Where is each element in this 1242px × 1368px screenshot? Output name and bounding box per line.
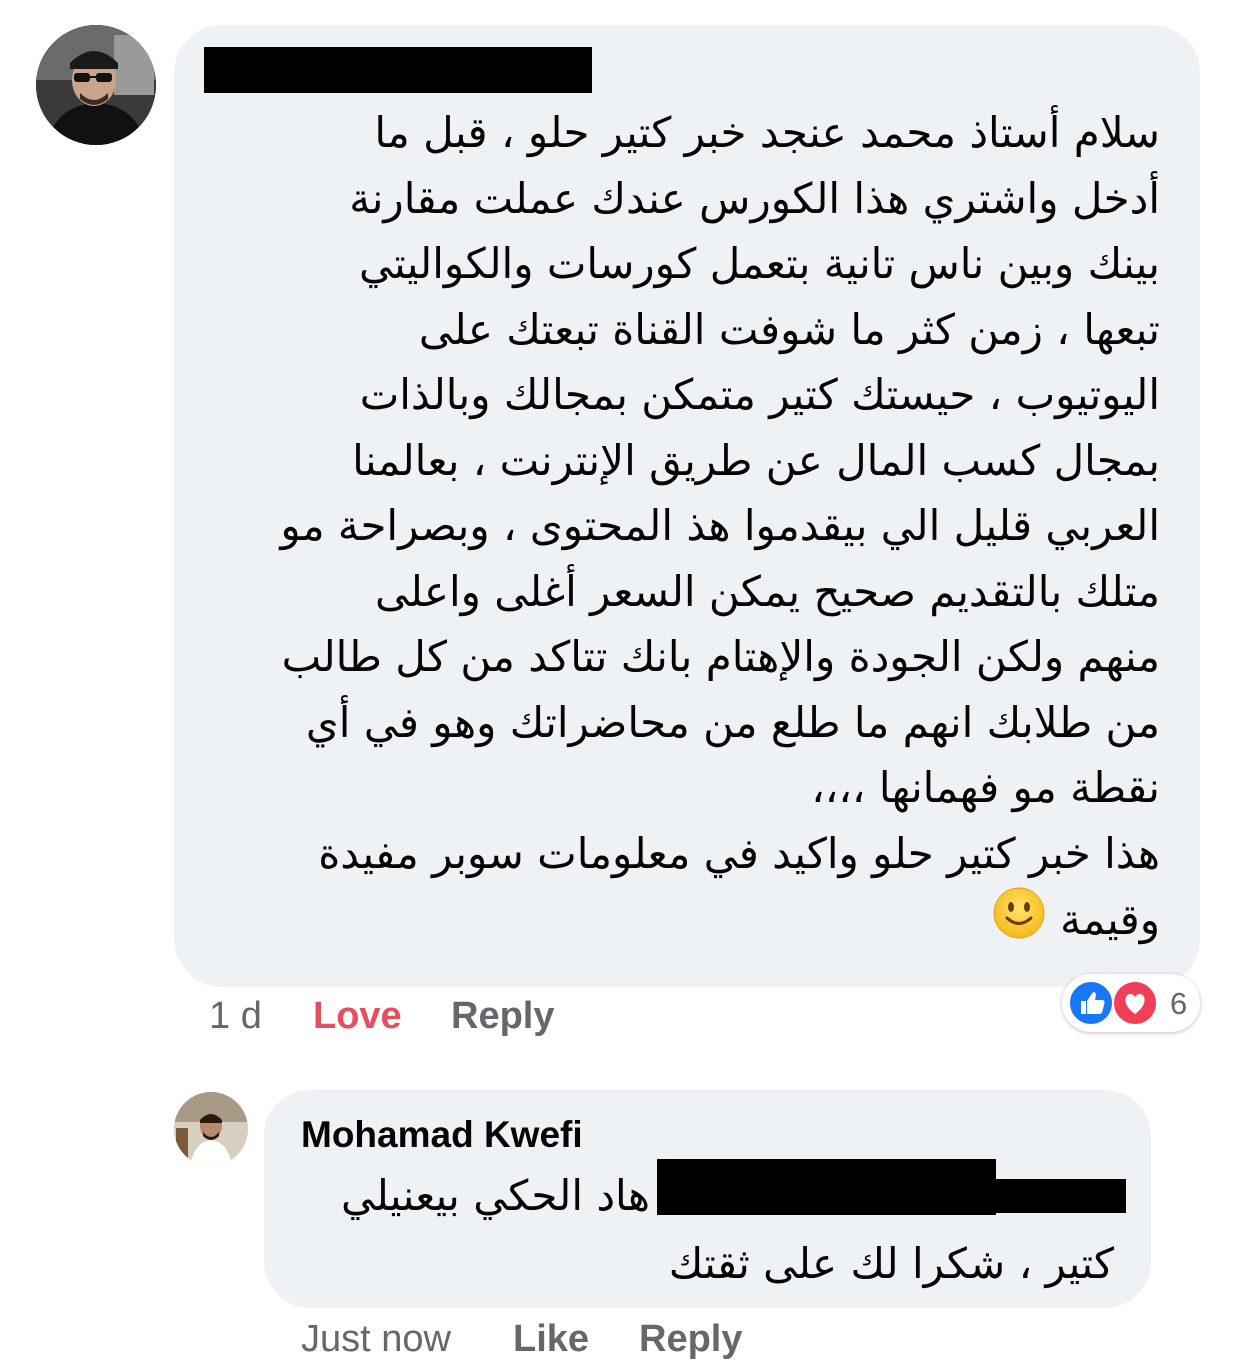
comment-text: سلام أستاذ محمد عنجد خبر كتير حلو ، قبل … [180,100,1160,959]
love-button[interactable]: Love [313,995,402,1038]
reply-timestamp: Just now [301,1318,451,1360]
like-icon [1068,980,1114,1030]
like-button[interactable]: Like [513,1318,589,1361]
reply-reply-button[interactable]: Reply [639,1318,742,1361]
commenter-avatar[interactable] [36,25,156,145]
reaction-summary[interactable]: 6 [1062,974,1200,1032]
reply-button[interactable]: Reply [451,995,554,1038]
replier-avatar[interactable] [174,1092,248,1166]
reply-author-name[interactable]: Mohamad Kwefi [301,1114,583,1156]
comment-body: سلام أستاذ محمد عنجد خبر كتير حلو ، قبل … [280,108,1160,878]
reply-text-line1: هاد الحكي بيعنيلي [340,1171,650,1220]
redacted-mention [657,1159,996,1215]
love-icon [1112,980,1158,1030]
reply-text-line2: كتير ، شكرا لك على ثقتك [668,1239,1114,1288]
comment-last-line: وقيمة [1060,894,1160,944]
redacted-author-name [204,47,592,93]
smiling-face-icon [992,886,1046,959]
redacted-mention-tail [996,1179,1126,1213]
reaction-count: 6 [1170,986,1188,1021]
comment-timestamp: 1 d [209,995,262,1037]
